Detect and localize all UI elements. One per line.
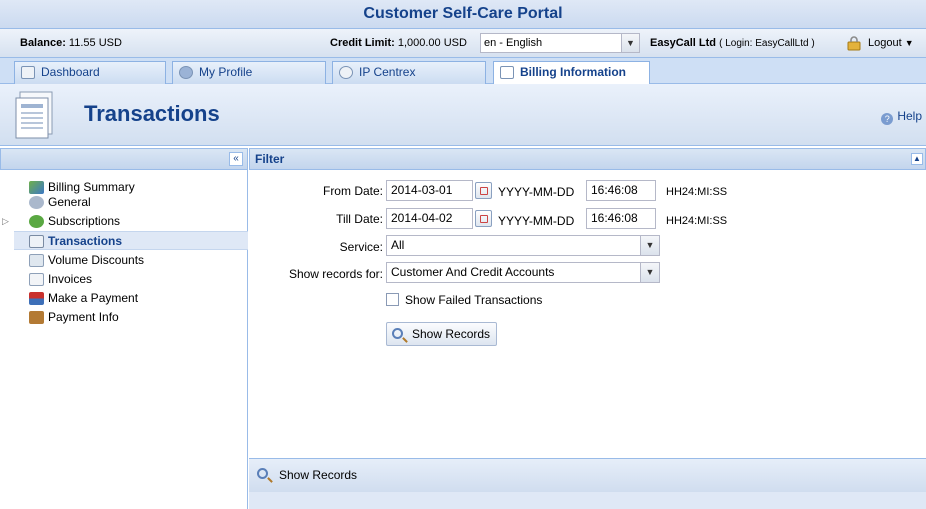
chevron-down-icon: ▼	[904, 38, 914, 48]
balance-label: Balance:	[20, 37, 66, 49]
from-date-format: YYYY-MM-DD	[498, 185, 575, 199]
sidebar-item-volume-discounts[interactable]: Volume Discounts	[0, 251, 247, 270]
transactions-icon	[29, 235, 44, 248]
tab-label: My Profile	[199, 65, 253, 79]
discount-icon	[29, 254, 44, 267]
collapse-filter-button[interactable]: ▲	[911, 153, 923, 165]
tab-label: Dashboard	[41, 65, 100, 79]
sidebar-header: «	[0, 148, 248, 170]
document-icon	[500, 66, 514, 79]
sidebar-item-label: Payment Info	[48, 310, 119, 324]
sidebar-item-label: General	[48, 195, 91, 209]
till-date-input[interactable]: 2014-04-02	[386, 208, 473, 229]
from-date-calendar-icon[interactable]	[475, 182, 492, 199]
chevron-down-icon[interactable]: ▼	[640, 263, 659, 282]
dashboard-icon	[21, 66, 35, 79]
help-icon: ?	[881, 113, 894, 125]
help-button[interactable]: ? Help	[881, 109, 922, 125]
page-title: Transactions	[84, 101, 220, 126]
lock-icon	[846, 35, 862, 51]
show-records-label: Show Records	[412, 327, 491, 341]
main-tabs: Dashboard My Profile IP Centrex Billing …	[0, 58, 926, 85]
tab-label: IP Centrex	[359, 65, 416, 79]
invoice-icon	[29, 273, 44, 286]
tab-label: Billing Information	[520, 65, 626, 79]
sidebar-item-label: Invoices	[48, 272, 93, 286]
show-records-button[interactable]: Show Records	[386, 322, 497, 346]
tab-my-profile[interactable]: My Profile	[172, 61, 326, 84]
page-header: Transactions ? Help	[0, 84, 926, 146]
sidebar-item-general[interactable]: General	[0, 193, 247, 212]
logout-button[interactable]: Logout ▼	[868, 37, 914, 49]
from-date-label: From Date:	[322, 184, 383, 198]
show-records-for-select[interactable]: Customer And Credit Accounts ▼	[386, 262, 660, 283]
collapse-sidebar-button[interactable]: «	[229, 152, 243, 166]
tab-ip-centrex[interactable]: IP Centrex	[332, 61, 486, 84]
gear-icon	[29, 196, 44, 209]
till-date-label: Till Date:	[336, 212, 383, 226]
portal-title: Customer Self-Care Portal	[0, 0, 926, 28]
language-value: en - English	[484, 37, 543, 49]
sidebar-item-label: Volume Discounts	[48, 253, 145, 267]
service-value: All	[391, 238, 405, 252]
service-label: Service:	[339, 240, 383, 254]
payment-info-icon	[29, 311, 44, 324]
show-records-for-value: Customer And Credit Accounts	[391, 265, 555, 279]
credit-limit-label: Credit Limit:	[330, 37, 395, 49]
company-info: EasyCall Ltd ( Login: EasyCallLtd )	[650, 37, 815, 49]
help-label: Help	[897, 109, 922, 123]
logout-label: Logout	[868, 37, 902, 49]
show-records-for-label: Show records for:	[288, 267, 383, 281]
bottom-show-records-label: Show Records	[279, 468, 358, 482]
balance-value: 11.55 USD	[68, 37, 122, 49]
account-info-bar: Balance: 11.55 USD Credit Limit: 1,000.0…	[0, 28, 926, 58]
chevron-down-icon[interactable]: ▼	[640, 236, 659, 255]
credit-limit: Credit Limit: 1,000.00 USD	[330, 37, 467, 49]
till-date-format: YYYY-MM-DD	[498, 214, 575, 228]
from-time-format: HH24:MI:SS	[666, 186, 728, 198]
gear-icon	[339, 66, 353, 79]
bottom-toolbar: Show Records	[249, 458, 926, 492]
balance: Balance: 11.55 USD	[20, 37, 122, 49]
transactions-page-icon	[14, 90, 58, 140]
search-icon	[392, 328, 403, 339]
payment-icon	[29, 292, 44, 305]
from-time-input[interactable]: 16:46:08	[586, 180, 656, 201]
show-failed-transactions-label: Show Failed Transactions	[405, 293, 543, 307]
sidebar-item-label: Make a Payment	[48, 291, 139, 305]
subscriptions-icon	[29, 215, 44, 228]
show-failed-transactions-checkbox[interactable]	[386, 293, 399, 306]
filter-title: Filter	[255, 152, 285, 166]
bottom-show-records-button[interactable]: Show Records	[257, 466, 367, 484]
user-icon	[179, 66, 193, 79]
sidebar-item-subscriptions[interactable]: ▷ Subscriptions	[0, 212, 247, 231]
sidebar-item-make-a-payment[interactable]: Make a Payment	[0, 289, 247, 308]
login-name: ( Login: EasyCallLtd )	[719, 38, 815, 49]
credit-limit-value: 1,000.00 USD	[397, 37, 467, 49]
tab-dashboard[interactable]: Dashboard	[14, 61, 166, 84]
till-time-input[interactable]: 16:46:08	[586, 208, 656, 229]
till-time-format: HH24:MI:SS	[666, 215, 728, 227]
sidebar-item-invoices[interactable]: Invoices	[0, 270, 247, 289]
sidebar-item-payment-info[interactable]: Payment Info	[0, 308, 247, 327]
expand-arrow-icon[interactable]: ▷	[2, 212, 9, 231]
search-icon	[257, 468, 268, 479]
bottom-footer	[249, 492, 926, 509]
language-select[interactable]: en - English ▼	[480, 33, 640, 53]
service-select[interactable]: All ▼	[386, 235, 660, 256]
filter-header: Filter ▲	[249, 148, 926, 170]
company-name: EasyCall Ltd	[650, 37, 717, 49]
till-date-calendar-icon[interactable]	[475, 210, 492, 227]
sidebar-item-transactions[interactable]: Transactions	[14, 231, 248, 250]
sidebar-item-label: Subscriptions	[48, 214, 121, 228]
chevron-down-icon[interactable]: ▼	[621, 34, 639, 52]
sidebar-item-label: Transactions	[48, 234, 123, 248]
sidebar: Billing Summary General ▷ Subscriptions …	[0, 170, 248, 509]
from-date-input[interactable]: 2014-03-01	[386, 180, 473, 201]
tab-billing-information[interactable]: Billing Information	[493, 61, 650, 85]
